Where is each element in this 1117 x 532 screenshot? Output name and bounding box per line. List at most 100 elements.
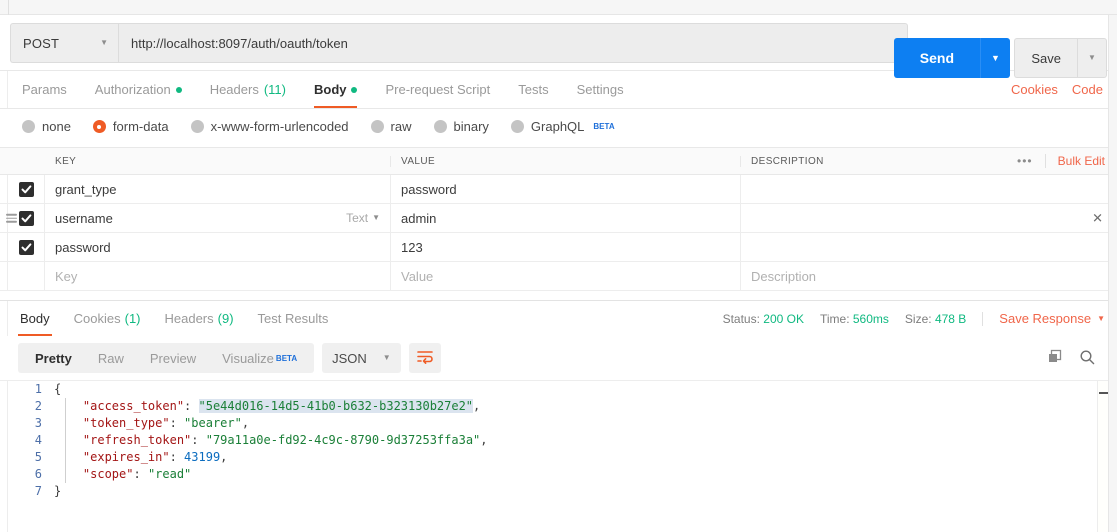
code-line: 5 "expires_in": 43199,	[8, 449, 1117, 466]
row-description-cell[interactable]	[741, 175, 1117, 203]
more-options-icon[interactable]: •••	[1017, 154, 1033, 168]
row-checkbox[interactable]	[18, 181, 34, 197]
window-tab-strip-sliver	[0, 0, 1117, 15]
response-meta: Status: 200 OK Time: 560ms Size: 478 B S…	[723, 301, 1117, 336]
tab-tests[interactable]: Tests	[504, 71, 562, 108]
row-value-cell[interactable]: password	[391, 175, 741, 203]
row-value-cell[interactable]: 123	[391, 233, 741, 261]
row-description-cell[interactable]	[741, 204, 1117, 232]
code-token: "expires_in"	[54, 450, 170, 464]
tab-label: Settings	[576, 82, 624, 97]
row-checkbox[interactable]	[19, 269, 34, 284]
response-scrollbar-thumb[interactable]	[1099, 392, 1108, 394]
new-key-input[interactable]: Key	[45, 262, 391, 290]
row-key-cell[interactable]: username Text ▼	[45, 204, 391, 232]
row-checkbox[interactable]	[18, 210, 34, 226]
bulk-edit-button[interactable]: Bulk Edit	[1058, 154, 1105, 168]
row-key-cell[interactable]: grant_type	[45, 175, 391, 203]
http-method-select[interactable]: POST ▼	[10, 23, 118, 63]
tab-count: (9)	[217, 311, 234, 326]
response-body-viewer: 1{2 "access_token": "5e44d016-14d5-41b0-…	[0, 380, 1117, 532]
response-tab-headers[interactable]: Headers (9)	[153, 301, 246, 336]
radio-raw[interactable]: raw	[370, 119, 412, 134]
url-input[interactable]: http://localhost:8097/auth/oauth/token	[118, 23, 908, 63]
table-header-row: KEY VALUE DESCRIPTION ••• Bulk Edit	[0, 147, 1117, 175]
search-icon[interactable]	[1079, 349, 1095, 368]
response-tab-cookies[interactable]: Cookies (1)	[62, 301, 153, 336]
radio-icon	[510, 120, 524, 133]
cookies-link[interactable]: Cookies	[1011, 82, 1058, 97]
radio-label: raw	[390, 119, 412, 134]
tab-body[interactable]: Body	[300, 71, 372, 108]
radio-label: form-data	[112, 119, 169, 134]
table-row-new[interactable]: Key Value Description	[0, 262, 1117, 291]
new-key-placeholder: Key	[55, 268, 78, 284]
line-number: 7	[34, 484, 42, 498]
left-edge-divider	[0, 71, 8, 108]
table-row[interactable]: password 123	[0, 233, 1117, 262]
column-header-value: VALUE	[391, 155, 741, 167]
radio-none[interactable]: none	[22, 119, 71, 134]
row-type-select[interactable]: Text ▼	[346, 211, 380, 225]
line-number: 1	[34, 382, 42, 396]
response-scrollbar[interactable]	[1097, 381, 1108, 532]
view-raw-button[interactable]: Raw	[85, 343, 137, 373]
line-number: 2	[34, 399, 42, 413]
new-description-input[interactable]: Description	[741, 262, 1117, 290]
row-delete-icon[interactable]: ✕	[1092, 212, 1103, 225]
code-token: "read"	[147, 467, 192, 481]
row-description-cell[interactable]	[741, 233, 1117, 261]
http-method-label: POST	[23, 35, 60, 51]
tab-params[interactable]: Params	[8, 71, 81, 108]
radio-binary[interactable]: binary	[433, 119, 489, 134]
response-tab-test-results[interactable]: Test Results	[246, 301, 341, 336]
view-label: Raw	[97, 350, 124, 366]
tab-label: Body	[313, 82, 347, 97]
code-line-text: "scope": "read"	[54, 466, 191, 483]
table-row[interactable]: username Text ▼ admin ✕	[0, 204, 1117, 233]
tab-authorization[interactable]: Authorization	[81, 71, 196, 108]
new-value-input[interactable]: Value	[391, 262, 741, 290]
code-fold-guide	[65, 398, 66, 483]
chevron-down-icon: ▼	[382, 353, 391, 362]
table-row[interactable]: grant_type password	[0, 175, 1117, 204]
radio-label: x-www-form-urlencoded	[210, 119, 349, 134]
code-line: 3 "token_type": "bearer",	[8, 415, 1117, 432]
wrap-lines-button[interactable]	[408, 343, 441, 373]
view-label: Preview	[149, 350, 197, 366]
new-description-placeholder: Description	[751, 268, 817, 284]
radio-graphql[interactable]: GraphQL BETA	[510, 119, 615, 134]
tab-pre-request-script[interactable]: Pre-request Script	[371, 71, 504, 108]
tab-label: Headers	[209, 82, 259, 97]
line-number: 5	[34, 450, 42, 464]
tab-headers[interactable]: Headers (11)	[196, 71, 300, 108]
view-label: Pretty	[35, 350, 72, 366]
column-header-key: KEY	[45, 155, 391, 167]
radio-form-data[interactable]: form-data	[92, 119, 169, 134]
row-value-cell[interactable]: admin	[391, 204, 741, 232]
save-response-button[interactable]: Save Response ▼	[999, 311, 1105, 326]
view-visualize-button[interactable]: Visualize BETA	[209, 343, 310, 373]
code-link[interactable]: Code	[1072, 82, 1103, 97]
code-line-text: "token_type": "bearer",	[54, 415, 249, 432]
response-view-segment: Pretty Raw Preview Visualize BETA	[18, 343, 315, 373]
response-code-block[interactable]: 1{2 "access_token": "5e44d016-14d5-41b0-…	[8, 381, 1117, 532]
request-url-bar: POST ▼ http://localhost:8097/auth/oauth/…	[0, 15, 1117, 78]
code-line: 4 "refresh_token": "79a11a0e-fd92-4c9c-8…	[8, 432, 1117, 449]
beta-badge: BETA	[593, 122, 615, 131]
radio-x-www-form-urlencoded[interactable]: x-www-form-urlencoded	[190, 119, 349, 134]
view-preview-button[interactable]: Preview	[137, 343, 209, 373]
response-tab-body[interactable]: Body	[8, 301, 62, 336]
code-line-text: "refresh_token": "79a11a0e-fd92-4c9c-879…	[54, 432, 488, 449]
radio-icon	[370, 120, 384, 133]
tab-label: Tests	[518, 82, 549, 97]
response-language-select[interactable]: JSON ▼	[322, 343, 401, 373]
row-checkbox[interactable]	[18, 239, 34, 255]
drag-handle-icon[interactable]	[6, 212, 17, 225]
tab-label: Authorization	[94, 82, 171, 97]
row-key-cell[interactable]: password	[45, 233, 391, 261]
copy-icon[interactable]	[1047, 349, 1063, 368]
tab-settings[interactable]: Settings	[563, 71, 638, 108]
view-pretty-button[interactable]: Pretty	[22, 343, 85, 373]
tab-label: Test Results	[257, 311, 329, 326]
